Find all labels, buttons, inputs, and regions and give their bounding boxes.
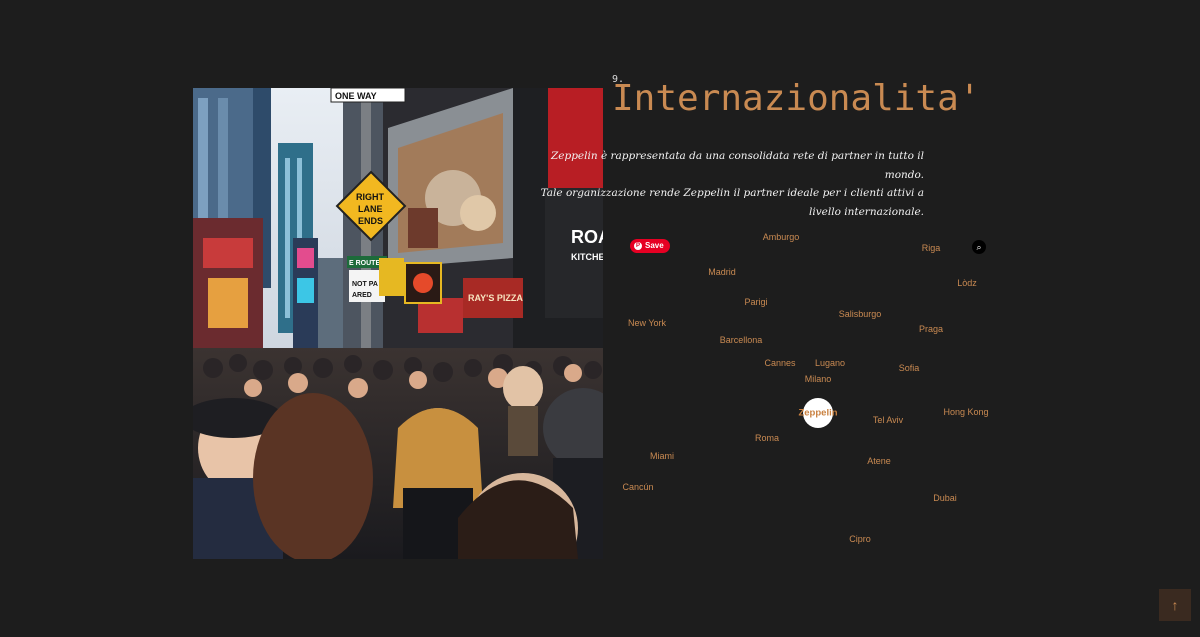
city-madrid[interactable]: Madrid — [708, 267, 736, 277]
section-title: Internazionalita' — [612, 78, 981, 119]
city-roma[interactable]: Roma — [755, 433, 779, 443]
city-tel-aviv[interactable]: Tel Aviv — [873, 415, 903, 425]
right-lane-sign-line3: ENDS — [358, 216, 383, 226]
city-lugano[interactable]: Lugano — [815, 358, 845, 368]
back-to-top-button[interactable]: ↑ — [1159, 589, 1191, 621]
kitchen-sign: KITCHEN — [571, 252, 603, 262]
city-amburgo[interactable]: Amburgo — [763, 232, 800, 242]
city-cipro[interactable]: Cipro — [849, 534, 871, 544]
page: ROAS KITCHEN RAY'S PIZZA ONE WAY RIGHT L… — [0, 0, 1200, 637]
section-intro: Zeppelin è rappresentata da una consolid… — [540, 147, 924, 221]
city-atene[interactable]: Atene — [867, 456, 891, 466]
roast-sign: ROAS — [571, 227, 603, 247]
no-parking-sign-line1: NOT PA — [352, 281, 378, 288]
route-sign: E ROUTE — [349, 260, 380, 267]
city-parigi[interactable]: Parigi — [744, 297, 767, 307]
pinterest-save-label: Save — [645, 241, 664, 250]
city-hong-kong[interactable]: Hong Kong — [943, 407, 988, 417]
city-barcellona[interactable]: Barcellona — [720, 335, 763, 345]
city-riga[interactable]: Riga — [922, 243, 941, 253]
city-new-york[interactable]: New York — [628, 318, 666, 328]
city-miami[interactable]: Miami — [650, 451, 674, 461]
city-praga[interactable]: Praga — [919, 324, 943, 334]
city-sofia[interactable]: Sofia — [899, 363, 920, 373]
pinterest-icon: P — [634, 242, 642, 250]
arrow-up-icon: ↑ — [1171, 597, 1179, 613]
city-dubai[interactable]: Dubai — [933, 493, 957, 503]
lens-icon[interactable]: ⌕ — [972, 240, 986, 254]
city-milano[interactable]: Milano — [805, 374, 832, 384]
pinterest-save-button[interactable]: P Save — [630, 239, 670, 253]
intro-line-1: Zeppelin è rappresentata da una consolid… — [550, 150, 924, 181]
right-lane-sign-line2: LANE — [358, 204, 383, 214]
no-parking-sign-line2: ARED — [352, 292, 372, 299]
city-cancun[interactable]: Cancún — [622, 482, 653, 492]
city-lodz[interactable]: Lòdz — [957, 278, 977, 288]
one-way-sign: ONE WAY — [335, 91, 377, 101]
right-lane-sign-line1: RIGHT — [356, 192, 385, 202]
zeppelin-hub-label[interactable]: Zeppelin — [798, 408, 837, 419]
rays-pizza-sign: RAY'S PIZZA — [468, 293, 523, 303]
intro-line-2: Tale organizzazione rende Zeppelin il pa… — [540, 187, 924, 218]
city-salisburgo[interactable]: Salisburgo — [839, 309, 882, 319]
city-cannes[interactable]: Cannes — [764, 358, 795, 368]
